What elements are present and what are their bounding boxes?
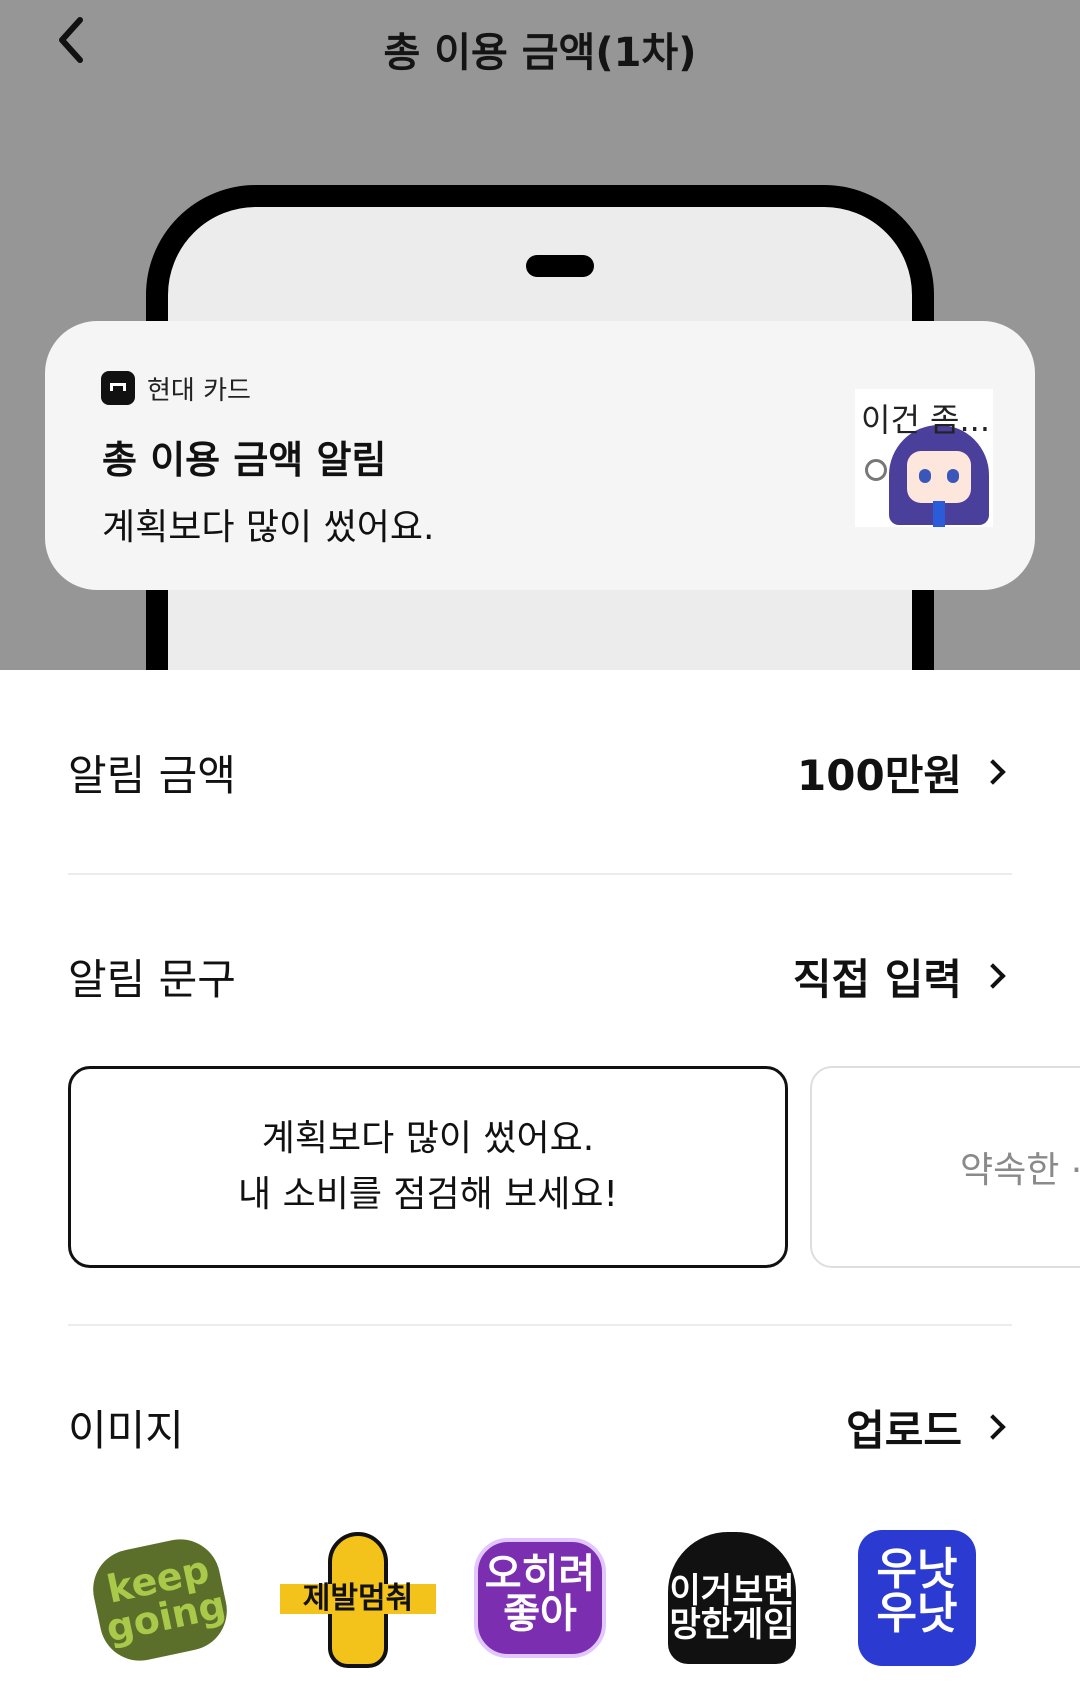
alert-amount-row[interactable]: 알림 금액 100만원 [68, 732, 1012, 812]
chevron-right-icon [980, 963, 1006, 989]
notification-app-name: 현대 카드 [147, 375, 251, 406]
notification-title: 총 이용 금액 알림 [102, 438, 387, 482]
alert-phrase-label: 알림 문구 [68, 954, 236, 1004]
custom-input-link: 직접 입력 [793, 946, 1012, 1007]
please-stop-sticker[interactable]: 제발멈춰 [280, 1530, 436, 1670]
sticker-caption: 이건 좀... [861, 401, 991, 439]
phone-notch [526, 255, 594, 277]
x-icon [865, 459, 887, 481]
divider [68, 873, 1012, 875]
alert-amount-label: 알림 금액 [68, 750, 236, 800]
page-title: 총 이용 금액(1차) [383, 30, 697, 76]
alert-amount-value: 100만원 [797, 742, 1012, 803]
sticker-list: keep going 제발멈춰 오히려 좋아 이거보면 망한게임 우낫 우낫 [0, 1530, 1080, 1688]
chevron-right-icon [980, 1414, 1006, 1440]
notification-preview-area: 총 이용 금액(1차) 현대 카드 총 이용 금액 알림 계획보다 많이 썼어요… [0, 0, 1080, 670]
notification-card: 현대 카드 총 이용 금액 알림 계획보다 많이 썼어요. 이건 좀... [45, 321, 1035, 590]
rather-good-sticker[interactable]: 오히려 좋아 [474, 1530, 614, 1670]
doomed-game-sticker[interactable]: 이거보면 망한게임 [662, 1530, 802, 1670]
notification-app-row: 현대 카드 [101, 371, 251, 406]
phrase-option-selected[interactable]: 계획보다 많이 썼어요. 내 소비를 점검해 보세요! [68, 1066, 788, 1268]
sulking-sticker[interactable]: 우낫 우낫 [856, 1530, 996, 1670]
alert-phrase-row[interactable]: 알림 문구 직접 입력 [68, 936, 1012, 1016]
phrase-option[interactable]: 약속한 · [810, 1066, 1080, 1268]
keep-going-sticker[interactable]: keep going [85, 1530, 235, 1670]
upload-link: 업로드 [846, 1397, 1012, 1458]
hyundai-card-app-icon [101, 371, 135, 405]
chevron-right-icon [980, 759, 1006, 785]
notification-sticker-thumbnail: 이건 좀... [855, 389, 993, 527]
image-label: 이미지 [68, 1405, 184, 1455]
notification-body: 계획보다 많이 썼어요. [102, 507, 435, 548]
image-row[interactable]: 이미지 업로드 [68, 1387, 1012, 1467]
divider [68, 1324, 1012, 1326]
